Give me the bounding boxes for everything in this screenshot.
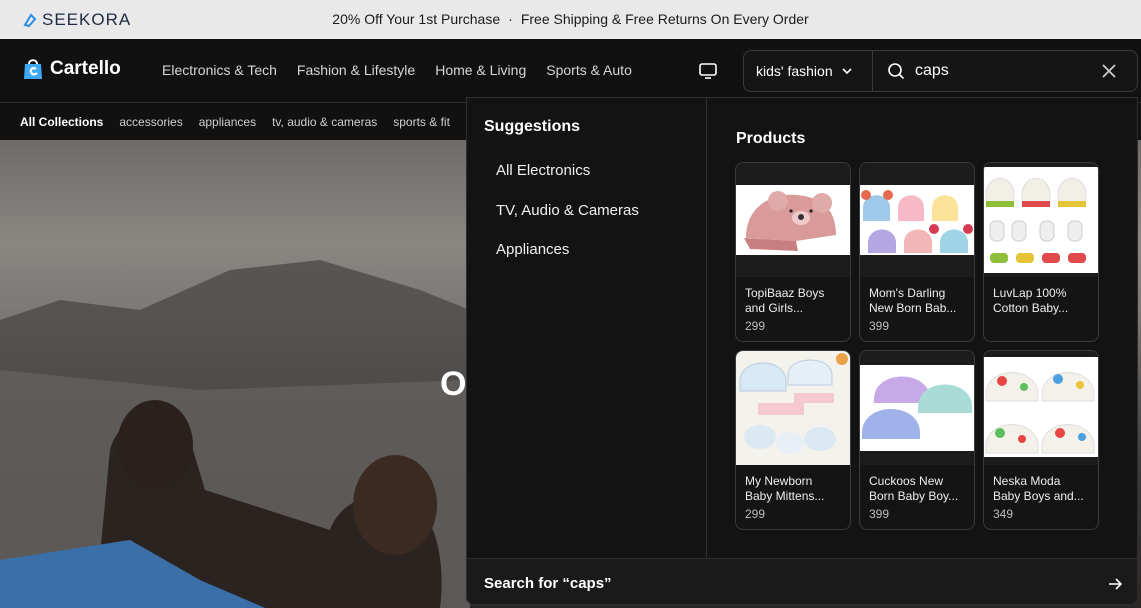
- search-icon: [888, 63, 905, 80]
- search-bar: [873, 50, 1138, 92]
- product-name: My Newborn Baby Mittens...: [745, 474, 825, 503]
- promo-text: 20% Off Your 1st Purchase: [332, 11, 501, 27]
- collection-accessories[interactable]: accessories: [119, 115, 182, 129]
- search-dropdown: Suggestions All Electronics TV, Audio & …: [466, 97, 1138, 605]
- product-image: [860, 163, 974, 277]
- search-for-label: Search for “caps”: [484, 575, 612, 592]
- category-select-value: kids' fashion: [756, 63, 833, 79]
- product-grid: TopiBaaz Boys and Girls... 299 Mom's Dar…: [735, 162, 1099, 530]
- suggestion-item[interactable]: All Electronics: [496, 162, 639, 202]
- collection-sports-fitness[interactable]: sports & fit: [393, 115, 450, 129]
- shipping-text: Free Shipping & Free Returns On Every Or…: [520, 11, 809, 27]
- product-image: [984, 351, 1098, 465]
- product-price: 349: [993, 507, 1014, 521]
- product-price: 299: [745, 507, 766, 521]
- suggestion-item[interactable]: TV, Audio & Cameras: [496, 202, 639, 242]
- collection-appliances[interactable]: appliances: [199, 115, 256, 129]
- brand-name: Cartello: [50, 58, 121, 79]
- nav-electronics-tech[interactable]: Electronics & Tech: [162, 62, 277, 78]
- product-price: [984, 317, 1098, 319]
- product-image: [736, 163, 850, 277]
- product-price: 399: [869, 319, 890, 333]
- nav-sports-auto[interactable]: Sports & Auto: [546, 62, 632, 78]
- hero-headline: O: [440, 365, 467, 403]
- product-card[interactable]: My Newborn Baby Mittens... 299: [735, 350, 851, 530]
- product-card[interactable]: Cuckoos New Born Baby Boy... 399: [859, 350, 975, 530]
- suggestion-item[interactable]: Appliances: [496, 241, 639, 281]
- announcement-text: 20% Off Your 1st Purchase · Free Shipping …: [0, 11, 1141, 27]
- close-icon[interactable]: [1101, 63, 1117, 79]
- separator-dot: ·: [508, 11, 513, 27]
- collection-all[interactable]: All Collections: [20, 115, 103, 129]
- suggestions-title: Suggestions: [484, 118, 581, 135]
- products-title: Products: [736, 130, 806, 147]
- product-card[interactable]: Mom's Darling New Born Bab... 399: [859, 162, 975, 342]
- product-price: 299: [745, 319, 766, 333]
- monitor-icon[interactable]: [698, 61, 718, 81]
- search-all-results-button[interactable]: Search for “caps”: [467, 558, 1137, 604]
- primary-nav: Electronics & Tech Fashion & Lifestyle H…: [162, 62, 632, 78]
- category-select[interactable]: kids' fashion: [743, 50, 873, 92]
- product-image: [736, 351, 850, 465]
- product-card[interactable]: Neska Moda Baby Boys and... 349: [983, 350, 1099, 530]
- product-name: TopiBaaz Boys and Girls...: [745, 286, 825, 315]
- nav-home-living[interactable]: Home & Living: [435, 62, 526, 78]
- nav-fashion-lifestyle[interactable]: Fashion & Lifestyle: [297, 62, 415, 78]
- product-price: 399: [869, 507, 890, 521]
- product-image: [984, 163, 1098, 277]
- shopping-bag-icon: [24, 59, 42, 79]
- product-image: [860, 351, 974, 465]
- announcement-bar: SEEKORA 20% Off Your 1st Purchase · Free S…: [0, 0, 1141, 39]
- main-header: Cartello Electronics & Tech Fashion & Li…: [0, 39, 1141, 103]
- cartello-logo[interactable]: Cartello: [22, 57, 121, 81]
- search-input[interactable]: [915, 62, 1095, 80]
- product-name: Mom's Darling New Born Bab...: [869, 286, 957, 315]
- product-name: LuvLap 100% Cotton Baby...: [993, 286, 1069, 315]
- product-name: Cuckoos New Born Baby Boy...: [869, 474, 959, 503]
- suggestions-panel: Suggestions All Electronics TV, Audio & …: [467, 98, 707, 558]
- arrow-right-icon: [1109, 578, 1123, 590]
- chevron-down-icon: [842, 68, 852, 75]
- collection-tv-audio-cameras[interactable]: tv, audio & cameras: [272, 115, 377, 129]
- product-name: Neska Moda Baby Boys and...: [993, 474, 1084, 503]
- product-card[interactable]: LuvLap 100% Cotton Baby...: [983, 162, 1099, 342]
- product-card[interactable]: TopiBaaz Boys and Girls... 299: [735, 162, 851, 342]
